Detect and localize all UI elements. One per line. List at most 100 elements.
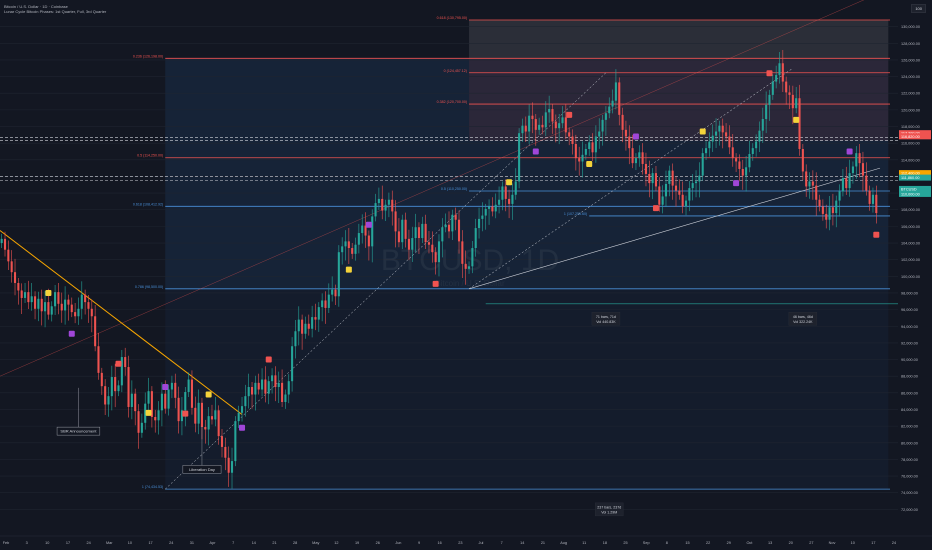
zone-gray (469, 20, 889, 59)
candle-body (838, 191, 841, 201)
candle-body (50, 306, 53, 315)
candle-body (618, 82, 621, 115)
candle-body (347, 241, 350, 249)
price-tag-label: BTCUSD (901, 187, 917, 191)
candle-body (80, 294, 83, 309)
x-tick-label: 8 (666, 541, 668, 545)
candle-body (474, 228, 477, 249)
candle-body (240, 406, 244, 413)
candle-body (200, 402, 204, 427)
measure-label: 71 bars, 71d (596, 315, 616, 319)
candle-body (77, 308, 80, 317)
candle-body (104, 386, 107, 405)
candle-body (304, 323, 307, 334)
candle-body (758, 130, 761, 142)
y-tick-label: 126,000.00 (901, 58, 920, 62)
candle-body (411, 238, 414, 250)
candle-body (234, 421, 237, 462)
candle-body (875, 194, 878, 214)
candle-body (164, 393, 167, 409)
lunar-phase-badge (532, 148, 539, 155)
lunar-phase-badge (699, 128, 706, 135)
candle-body (311, 317, 314, 329)
candle-body (24, 292, 27, 298)
candle-body (668, 170, 671, 184)
x-tick-label: 15 (685, 541, 689, 545)
candle-body (584, 148, 587, 155)
candle-body (554, 121, 557, 129)
candle-body (745, 167, 748, 176)
candle-body (701, 153, 704, 176)
candle-body (568, 132, 571, 137)
candle-body (561, 117, 564, 124)
candle-body (391, 199, 394, 212)
candle-body (3, 238, 7, 250)
candle-body (588, 142, 591, 149)
measure-label: 237 bars, 237d (597, 505, 621, 509)
candle-body (845, 178, 848, 189)
fib-level-label: 0.618 (130,795.00) (437, 16, 467, 20)
candle-body (354, 244, 357, 254)
candle-body (124, 357, 127, 368)
chart-header: Bitcoin / U.S. Dollar · 1D · Coinbase Lu… (4, 4, 106, 14)
candle-body (825, 213, 828, 220)
candle-body (661, 196, 664, 205)
candle-body (654, 173, 658, 187)
candle-body (571, 136, 574, 144)
scale-button[interactable]: 100 (911, 4, 926, 13)
candle-body (611, 100, 614, 107)
x-tick-label: 3 (26, 541, 28, 545)
measure-label: Vol 322.24K (793, 320, 813, 324)
candle (518, 128, 521, 189)
candle-body (47, 302, 50, 315)
candle-body (868, 190, 871, 204)
lunar-phase-badge (205, 391, 212, 398)
candle-body (257, 382, 260, 390)
candle-body (811, 181, 814, 186)
candle-body (518, 133, 521, 182)
y-tick-label: 96,000.00 (901, 308, 918, 312)
candle-body (718, 125, 721, 132)
candle-body (614, 82, 617, 101)
candle-body (447, 224, 451, 232)
candle-body (768, 94, 771, 105)
candle-body (761, 119, 764, 131)
y-tick-label: 122,000.00 (901, 92, 920, 96)
candle-body (367, 235, 370, 247)
x-tick-label: Jun (395, 541, 401, 545)
candle-body (821, 206, 824, 214)
x-tick-label: 25 (623, 541, 627, 545)
candle-body (264, 379, 267, 394)
candle-body (434, 252, 437, 263)
x-tick-label: 11 (582, 541, 586, 545)
x-tick-label: 24 (86, 541, 90, 545)
candle-body (651, 173, 654, 184)
candle-body (534, 119, 537, 130)
y-tick-label: 88,000.00 (901, 375, 918, 379)
candle-body (681, 194, 684, 207)
candle-body (778, 63, 781, 75)
candle-body (621, 114, 624, 130)
candle-body (781, 63, 784, 82)
candle-body (321, 300, 324, 308)
candle-body (835, 200, 838, 214)
candle-body (644, 163, 647, 174)
candle-body (64, 299, 67, 311)
candle-body (60, 303, 63, 311)
candle-body (698, 175, 701, 182)
lunar-phase-badge (652, 205, 659, 212)
candle-body (407, 238, 410, 250)
annotation-label: SBR Announcement (60, 429, 97, 434)
candle-body (795, 98, 798, 109)
candle-body (488, 206, 491, 209)
lunar-phase-badge (566, 111, 573, 118)
y-tick-label: 124,000.00 (901, 75, 920, 79)
candle-body (608, 106, 611, 114)
candle-body (424, 223, 427, 243)
candle-body (558, 123, 561, 129)
lunar-phase-badge (733, 180, 740, 187)
x-tick-label: 24 (892, 541, 896, 545)
x-tick-label: 17 (871, 541, 875, 545)
candlestick-chart[interactable]: BTCUSD, 1D Bitcoin / U.S. Dollar 1 (74,434… (0, 0, 932, 550)
candle-body (227, 457, 230, 473)
